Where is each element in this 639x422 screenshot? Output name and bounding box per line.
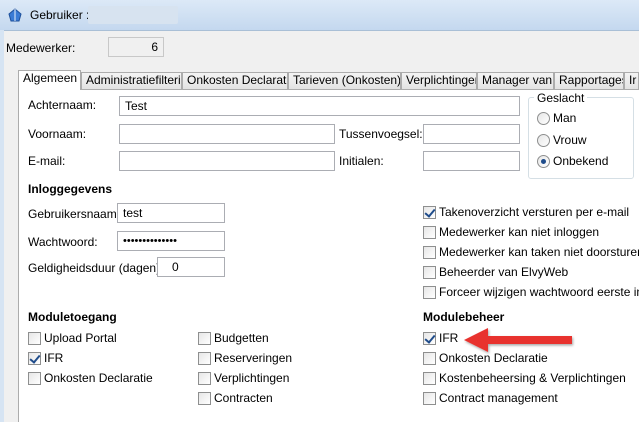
achternaam-label: Achternaam: (28, 98, 97, 112)
validity-label: Geldigheidsduur (dagen): (28, 261, 164, 275)
initialen-label: Initialen: (339, 154, 384, 168)
access-reserveringen-label[interactable]: Reserveringen (214, 351, 292, 365)
radio-onbekend-label[interactable]: Onbekend (553, 154, 608, 168)
employee-id-field: 6 (108, 37, 164, 57)
mgmt-kostenbeheersing-label[interactable]: Kostenbeheersing & Verplichtingen (439, 371, 626, 385)
tab-administratiefiltering[interactable]: Administratiefiltering (81, 72, 182, 89)
tab-onkosten-declaratie[interactable]: Onkosten Declaratie (182, 72, 288, 89)
mgmt-kostenbeheersing-checkbox[interactable] (423, 372, 436, 385)
gender-group-title: Geslacht (534, 91, 588, 105)
module-management-title: Modulebeheer (423, 310, 505, 324)
access-budgetten-label[interactable]: Budgetten (214, 331, 269, 345)
redacted-name (88, 6, 178, 24)
radio-vrouw[interactable] (537, 134, 550, 147)
radio-onbekend[interactable] (537, 155, 550, 168)
tussenvoegsel-label: Tussenvoegsel: (339, 127, 423, 141)
option-niet-doorsturen-checkbox[interactable] (423, 246, 436, 259)
achternaam-field[interactable]: Test (119, 96, 520, 116)
tussenvoegsel-field[interactable] (423, 124, 520, 144)
mgmt-contract-management-checkbox[interactable] (423, 392, 436, 405)
option-niet-inloggen-label[interactable]: Medewerker kan niet inloggen (439, 225, 599, 239)
tab-strip: Algemeen Administratiefiltering Onkosten… (18, 70, 639, 90)
email-field[interactable] (119, 151, 335, 171)
access-onkosten-declaratie-label[interactable]: Onkosten Declaratie (44, 371, 153, 385)
access-onkosten-declaratie-checkbox[interactable] (28, 372, 41, 385)
radio-man[interactable] (537, 112, 550, 125)
window-title: Gebruiker : (30, 8, 90, 22)
access-verplichtingen-label[interactable]: Verplichtingen (214, 371, 289, 385)
radio-vrouw-label[interactable]: Vrouw (553, 133, 587, 147)
validity-field[interactable]: 0 (157, 257, 225, 277)
voornaam-label: Voornaam: (28, 127, 87, 141)
access-verplichtingen-checkbox[interactable] (198, 372, 211, 385)
option-forceer-wachtwoord-label[interactable]: Forceer wijzigen wachtwoord eerste inlog (439, 285, 639, 299)
option-beheerder-checkbox[interactable] (423, 266, 436, 279)
window-frame (0, 30, 4, 422)
access-ifr-checkbox[interactable] (28, 352, 41, 365)
option-niet-inloggen-checkbox[interactable] (423, 226, 436, 239)
annotation-arrow-icon (464, 328, 572, 352)
tab-tarieven-onkosten[interactable]: Tarieven (Onkosten) (288, 72, 401, 89)
option-takenoverzicht-checkbox[interactable] (423, 206, 436, 219)
password-field[interactable]: •••••••••••••• (117, 231, 225, 251)
access-reserveringen-checkbox[interactable] (198, 352, 211, 365)
mgmt-onkosten-declaratie-checkbox[interactable] (423, 352, 436, 365)
app-icon (8, 8, 22, 22)
email-label: E-mail: (28, 154, 66, 168)
option-takenoverzicht-label[interactable]: Takenoverzicht versturen per e-mail (439, 205, 629, 219)
mgmt-ifr-label[interactable]: IFR (439, 331, 458, 345)
mgmt-contract-management-label[interactable]: Contract management (439, 391, 558, 405)
tab-verplichtingen[interactable]: Verplichtingen (401, 72, 477, 89)
module-access-title: Moduletoegang (28, 310, 117, 324)
option-beheerder-label[interactable]: Beheerder van ElvyWeb (439, 265, 568, 279)
option-forceer-wachtwoord-checkbox[interactable] (423, 286, 436, 299)
tab-manager-van[interactable]: Manager van (477, 72, 554, 89)
mgmt-ifr-checkbox[interactable] (423, 332, 436, 345)
access-budgetten-checkbox[interactable] (198, 332, 211, 345)
option-niet-doorsturen-label[interactable]: Medewerker kan taken niet doorsturen (439, 245, 639, 259)
employee-label: Medewerker: (6, 41, 76, 55)
access-ifr-label[interactable]: IFR (44, 351, 63, 365)
radio-man-label[interactable]: Man (553, 111, 576, 125)
initialen-field[interactable] (423, 151, 520, 171)
password-label: Wachtwoord: (28, 235, 98, 249)
access-upload-portal-label[interactable]: Upload Portal (44, 331, 117, 345)
tab-rapportages[interactable]: Rapportages (554, 72, 624, 89)
access-contracten-label[interactable]: Contracten (214, 391, 273, 405)
username-label: Gebruikersnaam: (28, 207, 121, 221)
login-section-title: Inloggegevens (28, 182, 113, 196)
voornaam-field[interactable] (119, 124, 335, 144)
access-contracten-checkbox[interactable] (198, 392, 211, 405)
tab-overflow[interactable]: Ir (624, 72, 639, 89)
tab-algemeen[interactable]: Algemeen (18, 70, 81, 90)
access-upload-portal-checkbox[interactable] (28, 332, 41, 345)
username-field[interactable]: test (117, 203, 225, 223)
